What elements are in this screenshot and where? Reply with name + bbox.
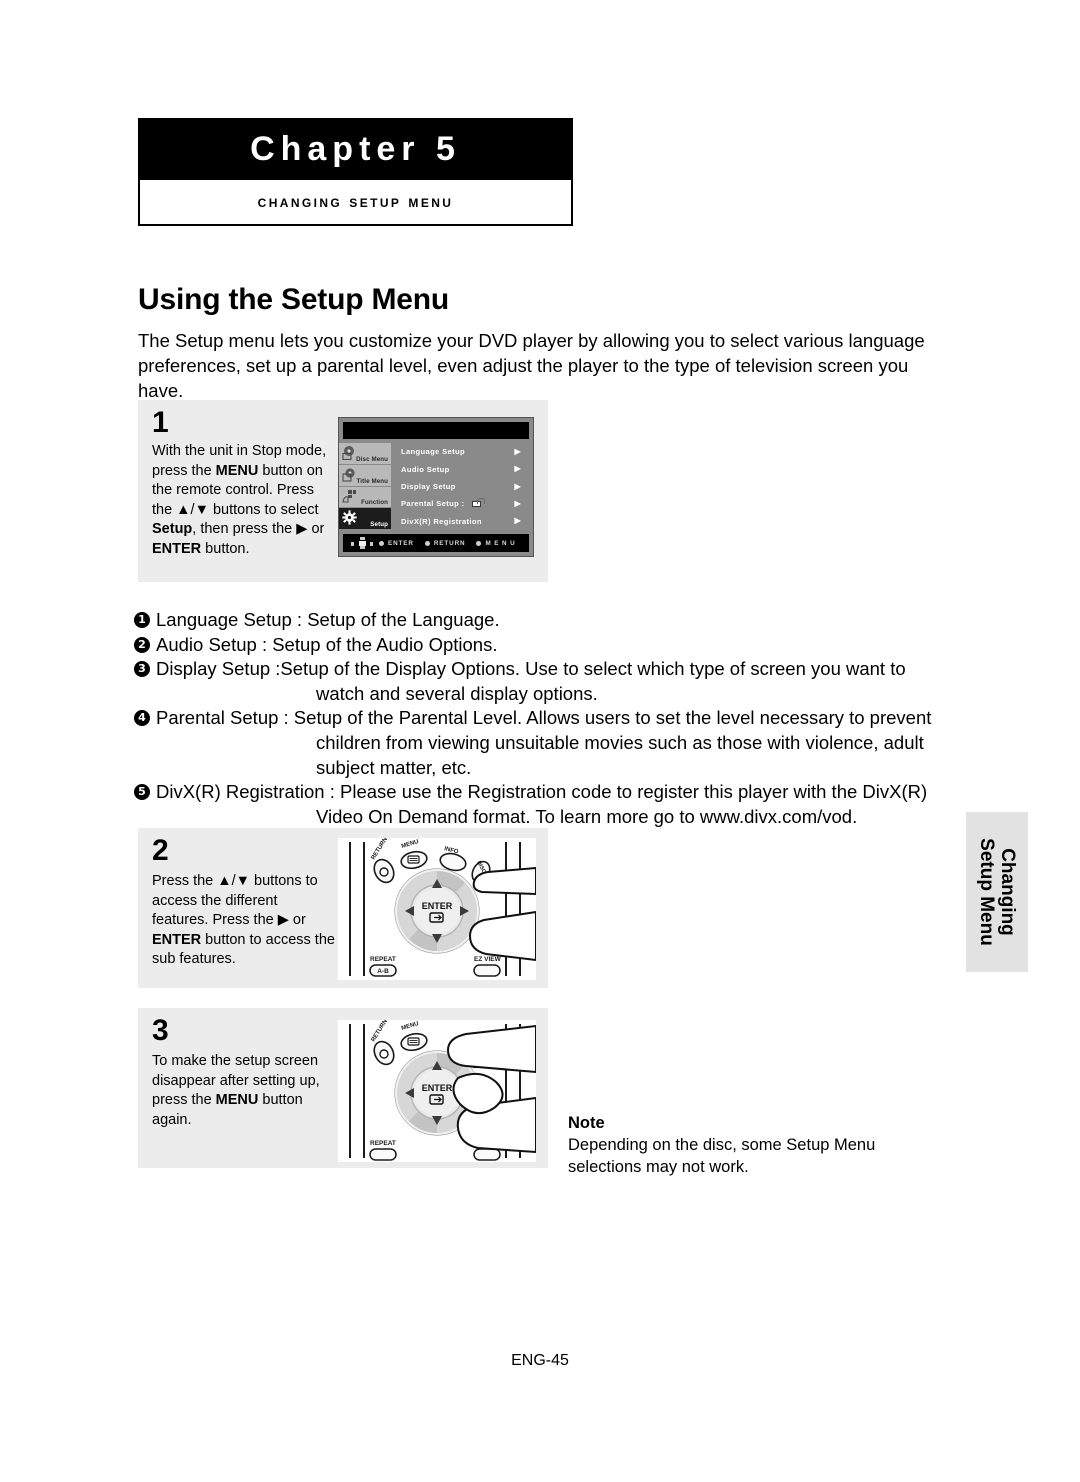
osd-menu-item-divx-registration[interactable]: DivX(R) Registration ▶	[401, 513, 533, 530]
list-item-text: Language Setup : Setup of the Language.	[156, 609, 500, 630]
list-number-5: 5	[134, 784, 150, 801]
chevron-right-icon: ▶	[514, 516, 521, 526]
osd-menu-item-language-setup[interactable]: Language Setup ▶	[401, 443, 533, 460]
osd-sidebar-item-title-menu[interactable]: Title Menu	[339, 464, 391, 487]
osd-sidebar-label-title-menu: Title Menu	[356, 477, 388, 485]
side-tab-label: Changing Setup Menu Changing Setup Menu	[976, 838, 1018, 946]
list-item: 3 Display Setup :Setup of the Display Op…	[134, 657, 934, 706]
title-menu-icon	[342, 467, 357, 482]
svg-text:REPEAT: REPEAT	[370, 956, 396, 963]
page-title: Using the Setup Menu	[138, 283, 450, 316]
osd-hint-return: RETURN	[424, 540, 466, 547]
osd-menu-item-audio-setup[interactable]: Audio Setup ▶	[401, 460, 533, 477]
chevron-right-icon: ▶	[514, 446, 521, 456]
list-number-4: 4	[134, 710, 150, 727]
osd-bottom-bar: ENTER RETURN M E N U	[343, 534, 529, 552]
list-number-1: 1	[134, 612, 150, 628]
side-tab-changing-setup-menu: Changing Setup Menu Changing Setup Menu	[966, 812, 1028, 972]
osd-setup-screen: Disc Menu Title Menu Function Setup Lang…	[338, 417, 534, 557]
list-item: 4 Parental Setup : Setup of the Parental…	[134, 706, 934, 780]
remote-repeat-button: A-B REPEAT	[369, 956, 397, 977]
remote-repeat-button: REPEAT	[369, 1140, 397, 1161]
osd-menu-label-parental-setup: Parental Setup :	[401, 499, 465, 509]
svg-text:EZ VIEW: EZ VIEW	[474, 956, 502, 963]
list-number-3: 3	[134, 661, 150, 678]
list-item-text: Audio Setup : Setup of the Audio Options…	[156, 633, 498, 655]
list-item-text: Display Setup :Setup of the Display Opti…	[156, 658, 906, 680]
bullet-icon	[379, 540, 384, 546]
gear-icon	[342, 510, 357, 525]
svg-text:A-B: A-B	[377, 968, 389, 975]
osd-sidebar-item-setup[interactable]: Setup	[339, 508, 391, 530]
osd-menu-item-parental-setup[interactable]: Parental Setup : ▶	[401, 495, 533, 512]
chapter-subtitle-bar: Changing Setup Menu	[138, 180, 573, 226]
step-3-number: 3	[152, 1014, 169, 1047]
dpad-icon	[351, 537, 373, 549]
step-3-text: To make the setup screen disappear after…	[152, 1053, 320, 1128]
note-title: Note	[568, 1114, 605, 1132]
svg-text:REPEAT: REPEAT	[370, 1140, 396, 1147]
osd-sidebar: Disc Menu Title Menu Function Setup	[339, 443, 391, 530]
list-item-text: Parental Setup : Setup of the Parental L…	[156, 707, 932, 729]
osd-top-bar	[343, 422, 529, 439]
osd-menu-label-divx-registration: DivX(R) Registration	[401, 516, 482, 526]
disc-menu-icon	[342, 445, 357, 461]
step-2-box: 2 Press the ▲/▼ buttons to access the di…	[138, 828, 548, 988]
chapter-header: Chapter 5 Changing Setup Menu	[138, 118, 573, 226]
step-2-number: 2	[152, 834, 169, 867]
osd-body: Disc Menu Title Menu Function Setup Lang…	[339, 443, 533, 530]
osd-menu-item-display-setup[interactable]: Display Setup ▶	[401, 478, 533, 495]
list-item: 1 Language Setup : Setup of the Language…	[134, 608, 934, 633]
chevron-right-icon: ▶	[514, 481, 521, 491]
step-2-text: Press the ▲/▼ buttons to access the diff…	[152, 873, 335, 967]
svg-text:ENTER: ENTER	[422, 901, 453, 911]
chapter-title-bar: Chapter 5	[138, 118, 573, 180]
remote-ez-view-button: EZ VIEW	[473, 956, 502, 977]
step-1-number: 1	[152, 406, 169, 439]
list-item-continuation: children from viewing unsuitable movies …	[316, 731, 924, 778]
osd-menu-label-language-setup: Language Setup	[401, 447, 465, 457]
lock-icon	[472, 497, 486, 507]
svg-text:ENTER: ENTER	[422, 1083, 453, 1093]
osd-sidebar-label-disc-menu: Disc Menu	[356, 455, 388, 463]
page-footer: ENG-45	[511, 1352, 569, 1369]
remote-illustration-step-2: RETURN MENU INFO DISC ENTER A-B REPEAT E…	[338, 838, 536, 980]
side-tab-line-1: Changing	[997, 848, 1018, 936]
osd-sidebar-label-setup: Setup	[370, 521, 388, 528]
osd-hint-enter: ENTER	[379, 540, 414, 547]
osd-menu-label-display-setup: Display Setup	[401, 482, 456, 492]
side-tab-line-2: Setup Menu	[976, 838, 997, 946]
chevron-right-icon: ▶	[514, 498, 521, 508]
chevron-right-icon: ▶	[514, 464, 521, 474]
chapter-subtitle: Changing Setup Menu	[257, 192, 454, 211]
osd-sidebar-item-disc-menu[interactable]: Disc Menu	[339, 443, 391, 465]
function-icon	[342, 489, 357, 504]
list-item: 2 Audio Setup : Setup of the Audio Optio…	[134, 633, 934, 658]
step-1-box: 1 With the unit in Stop mode, press the …	[138, 400, 548, 582]
chapter-title: Chapter 5	[250, 129, 461, 168]
note-text: Depending on the disc, some Setup Menu s…	[568, 1136, 876, 1176]
remote-dpad: ENTER	[394, 868, 480, 954]
note-block: Note Depending on the disc, some Setup M…	[568, 1112, 948, 1178]
osd-hint-menu: M E N U	[476, 540, 515, 547]
intro-paragraph: The Setup menu lets you customize your D…	[138, 330, 925, 401]
setup-options-list: 1 Language Setup : Setup of the Language…	[134, 608, 934, 829]
osd-sidebar-item-function[interactable]: Function	[339, 486, 391, 509]
bullet-icon	[424, 540, 430, 546]
osd-sidebar-label-function: Function	[361, 499, 388, 507]
osd-menu-list: Language Setup ▶ Audio Setup ▶ Display S…	[391, 443, 533, 530]
bullet-icon	[476, 540, 482, 546]
osd-menu-label-audio-setup: Audio Setup	[401, 464, 450, 474]
list-item-text: DivX(R) Registration : Please use the Re…	[156, 781, 928, 803]
list-item-continuation: watch and several display options.	[316, 682, 598, 704]
list-number-2: 2	[134, 636, 150, 653]
step-3-box: 3 To make the setup screen disappear aft…	[138, 1008, 548, 1168]
list-item: 5 DivX(R) Registration : Please use the …	[134, 780, 934, 829]
remote-illustration-step-3: RETURN MENU DISC MENU	[338, 1020, 536, 1162]
list-item-continuation: Video On Demand format. To learn more go…	[316, 805, 858, 827]
step-1-text: With the unit in Stop mode, press the ME…	[152, 443, 327, 557]
